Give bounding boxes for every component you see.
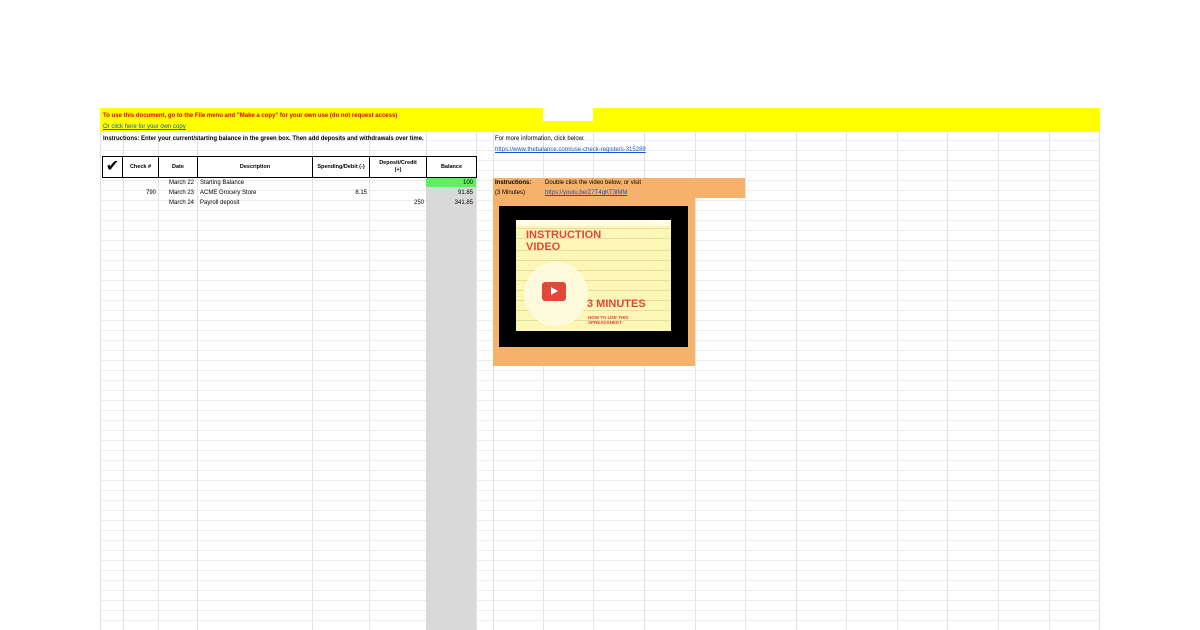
gridline-row <box>100 520 1100 521</box>
more-info-link[interactable]: https://www.thebalance.com/use-check-reg… <box>495 146 646 155</box>
row2-check-no[interactable]: 790 <box>123 189 156 198</box>
copy-link[interactable]: Or click here for your own copy <box>103 123 186 132</box>
gridline-row <box>100 560 1100 561</box>
gridline-row <box>100 480 1100 481</box>
gridline-row <box>100 390 1100 391</box>
gridline-row <box>100 540 1100 541</box>
gridline-row <box>100 490 1100 491</box>
header-spending: Spending/Debit (-) <box>312 156 370 178</box>
video-link[interactable]: https://youtu.be/Z7T4gKT3lMM <box>545 189 627 198</box>
play-icon[interactable] <box>542 282 566 301</box>
balance-column <box>426 187 476 630</box>
copy-notice: To use this document, go to the File men… <box>103 113 398 119</box>
row3-balance[interactable]: 341.85 <box>426 199 473 208</box>
gridline-row <box>100 500 1100 501</box>
gridline-row <box>100 610 1100 611</box>
video-instructions-text: Double click the video below, or visit <box>545 180 642 186</box>
gridline-row <box>100 590 1100 591</box>
gridline-row <box>100 380 1100 381</box>
row3-deposit[interactable]: 250 <box>369 199 424 208</box>
video-instructions-label: Instructions: <box>495 180 532 186</box>
more-info-label: For more information, click below: <box>495 136 585 142</box>
gridline-row <box>100 400 1100 401</box>
row2-balance[interactable]: 91.85 <box>426 189 473 198</box>
row3-date[interactable]: March 24 <box>169 199 194 208</box>
video-title-line2: VIDEO <box>526 241 561 253</box>
gridline-row <box>100 600 1100 601</box>
gridline-row <box>100 460 1100 461</box>
gridline-row <box>100 530 1100 531</box>
gridline-row <box>100 570 1100 571</box>
gridline-row <box>100 420 1100 421</box>
row2-spending[interactable]: 8.15 <box>312 189 367 198</box>
gridline-row <box>100 620 1100 621</box>
spreadsheet: To use this document, go to the File men… <box>0 0 1200 630</box>
instructions-text: Instructions: Enter your current/startin… <box>103 136 424 142</box>
video-minutes: 3 MINUTES <box>587 298 646 310</box>
header-deposit: Deposit/Credit (+) <box>369 156 427 178</box>
video-howto: HOW TO USE THIS SPREADSHEET <box>588 315 628 325</box>
row1-balance[interactable]: 100 <box>426 179 473 188</box>
row2-date[interactable]: March 23 <box>169 189 194 198</box>
checkmark-header-icon: ✔ <box>102 156 123 178</box>
gridline-row <box>100 580 1100 581</box>
banner-gap <box>543 108 593 121</box>
gridline-row <box>100 450 1100 451</box>
header-balance: Balance <box>426 156 477 178</box>
video-howto-line2: SPREADSHEET <box>588 320 622 325</box>
header-description: Description <box>197 156 313 178</box>
gridline-row <box>100 510 1100 511</box>
header-date: Date <box>158 156 198 178</box>
gridline-row <box>100 370 1100 371</box>
row1-description[interactable]: Starting Balance <box>200 179 244 188</box>
row2-description[interactable]: ACME Grocery Store <box>200 189 256 198</box>
row3-description[interactable]: Payroll deposit <box>200 199 239 208</box>
instruction-video[interactable]: INSTRUCTION VIDEO 3 MINUTES HOW TO USE T… <box>499 206 688 347</box>
gridline-row <box>100 410 1100 411</box>
row1-date[interactable]: March 22 <box>169 179 194 188</box>
gridline-row <box>100 550 1100 551</box>
video-duration-label: (3 Minutes) <box>495 190 526 196</box>
header-check-no: Check # <box>122 156 159 178</box>
video-thumbnail[interactable]: INSTRUCTION VIDEO 3 MINUTES HOW TO USE T… <box>516 220 671 331</box>
video-title-line1: INSTRUCTION <box>526 229 602 241</box>
gridline-row <box>100 430 1100 431</box>
gridline-row <box>100 470 1100 471</box>
gridline-row <box>100 440 1100 441</box>
